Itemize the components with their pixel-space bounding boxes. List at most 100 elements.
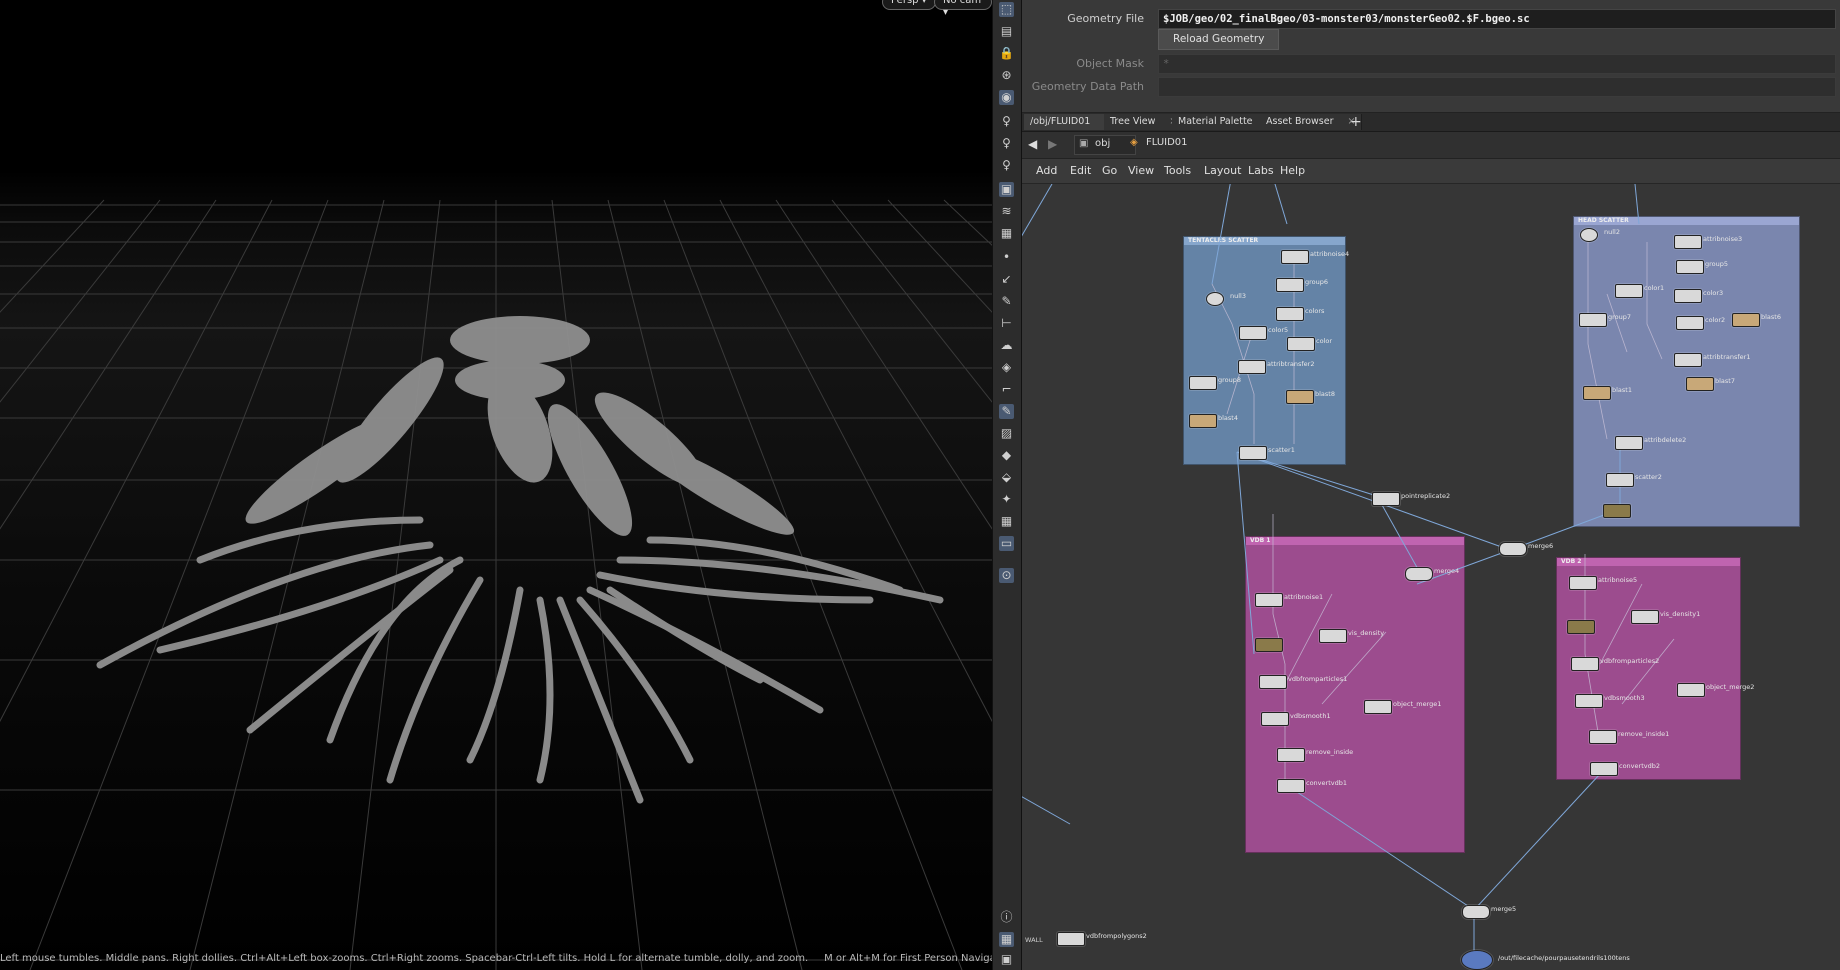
layers-icon[interactable]: ≋ xyxy=(999,204,1014,219)
object-mask-field[interactable]: * xyxy=(1158,54,1836,74)
node-tile xyxy=(1372,492,1400,506)
screen-icon[interactable]: ▭ xyxy=(999,536,1014,551)
light-icon[interactable]: ♀ xyxy=(999,114,1014,129)
layout-icon[interactable]: ▦ xyxy=(999,932,1014,947)
handle-icon[interactable]: ⊢ xyxy=(999,316,1014,331)
forward-arrow-icon[interactable]: ▶ xyxy=(1048,137,1057,151)
camera-icon[interactable]: ◉ xyxy=(999,90,1014,105)
node-label: group6 xyxy=(1305,278,1329,286)
node-label: vdbfromparticles1 xyxy=(1288,675,1348,683)
menu-tools[interactable]: Tools xyxy=(1164,164,1191,177)
node-label: attribnoise5 xyxy=(1598,576,1638,584)
menu-add[interactable]: Add xyxy=(1036,164,1057,177)
snap-icon[interactable]: ⊛ xyxy=(999,68,1014,83)
geometry-data-path-field[interactable] xyxy=(1158,77,1836,97)
scene-viewport[interactable]: Persp ▾ No cam ▾ Left mouse tumbles. Mid… xyxy=(0,0,992,970)
node-label: group5 xyxy=(1705,260,1729,268)
node-tile xyxy=(1615,436,1643,450)
node-tile xyxy=(1189,414,1217,428)
node-label: color xyxy=(1316,337,1333,345)
node-label: blast8 xyxy=(1315,390,1335,398)
network-editor[interactable]: TENTACLES SCATTER HEAD SCATTER VDB 1 VDB… xyxy=(1022,184,1840,970)
node-tile xyxy=(1287,337,1315,351)
info-icon[interactable]: ⓘ xyxy=(999,910,1014,925)
path-obj-label: obj xyxy=(1095,138,1111,149)
node-label: colors xyxy=(1305,307,1325,315)
node-tile xyxy=(1567,620,1595,634)
tab-label: Material Palette xyxy=(1178,116,1253,127)
path-bar: ◀ ▶ ▣ obj ◈ FLUID01 xyxy=(1022,132,1840,159)
node-tile xyxy=(1571,657,1599,671)
node-label: pointreplicate2 xyxy=(1401,492,1451,500)
wireframe-icon[interactable]: ⬙ xyxy=(999,470,1014,485)
node-tile xyxy=(1319,629,1347,643)
point-light-icon[interactable]: ♀ xyxy=(999,136,1014,151)
render-icon[interactable]: ▦ xyxy=(999,226,1014,241)
node-label: attribnoise1 xyxy=(1284,593,1324,601)
node-label: blast7 xyxy=(1715,377,1735,385)
pane-tabs: /obj/FLUID01× Tree View× Material Palett… xyxy=(1022,113,1840,132)
node-tile xyxy=(1590,762,1618,776)
node-tile xyxy=(1686,377,1714,391)
node-tile xyxy=(1281,250,1309,264)
node-tile xyxy=(1255,593,1283,607)
tab-label: Asset Browser xyxy=(1266,116,1334,127)
menu-view[interactable]: View xyxy=(1128,164,1154,177)
geometry-file-field[interactable]: $JOB/geo/02_finalBgeo/03-monster03/monst… xyxy=(1158,9,1836,29)
frame-icon[interactable]: ⌐ xyxy=(999,382,1014,397)
node-tile xyxy=(1499,542,1527,556)
node-tile xyxy=(1676,316,1704,330)
material-icon[interactable]: ◆ xyxy=(999,448,1014,463)
node-label: color5 xyxy=(1268,326,1289,334)
node-tile xyxy=(1277,779,1305,793)
node-label: attribtransfer2 xyxy=(1267,360,1315,368)
menu-labs[interactable]: Labs xyxy=(1248,164,1274,177)
bones-icon[interactable]: ✦ xyxy=(999,492,1014,507)
node-tile xyxy=(1057,932,1085,946)
grid-icon[interactable]: ▦ xyxy=(999,514,1014,529)
node-label: convertvdb2 xyxy=(1619,762,1660,770)
pin-icon[interactable]: ⊙ xyxy=(999,568,1014,583)
path-node-button[interactable]: ◈ FLUID01 xyxy=(1126,135,1246,153)
background-icon[interactable]: ▨ xyxy=(999,426,1014,441)
node-tile xyxy=(1674,353,1702,367)
normals-icon[interactable]: ↙ xyxy=(999,272,1014,287)
node-label: convertvdb1 xyxy=(1306,779,1347,787)
node-tile xyxy=(1569,576,1597,590)
tab-label: /obj/FLUID01 xyxy=(1030,116,1091,127)
reload-geometry-button[interactable]: Reload Geometry xyxy=(1158,29,1280,50)
display-options-icon[interactable]: ▣ xyxy=(999,182,1014,197)
back-arrow-icon[interactable]: ◀ xyxy=(1028,137,1037,151)
geometry-data-path-label: Geometry Data Path xyxy=(1031,80,1144,93)
node-tile xyxy=(1239,326,1267,340)
spot-light-icon[interactable]: ♀ xyxy=(999,158,1014,173)
node-tile xyxy=(1631,610,1659,624)
menu-help[interactable]: Help xyxy=(1280,164,1305,177)
shading-icon[interactable]: ◈ xyxy=(999,360,1014,375)
node-tile xyxy=(1461,950,1493,970)
brush-icon[interactable]: ✎ xyxy=(999,294,1014,309)
points-icon[interactable]: • xyxy=(999,250,1014,265)
select-tool-icon[interactable]: ⬚ xyxy=(999,2,1014,17)
node-tile xyxy=(1364,700,1392,714)
persp-menu-button[interactable]: Persp ▾ xyxy=(882,0,936,10)
menu-edit[interactable]: Edit xyxy=(1070,164,1091,177)
view-tool-icon[interactable]: ▤ xyxy=(999,24,1014,39)
camera-menu-button[interactable]: No cam ▾ xyxy=(934,0,992,18)
add-tab-button[interactable]: + xyxy=(1344,114,1368,130)
node-tile xyxy=(1603,504,1631,518)
node-tile xyxy=(1579,313,1607,327)
edit-icon[interactable]: ✎ xyxy=(999,404,1014,419)
lights-toggle-icon[interactable]: ☁ xyxy=(999,338,1014,353)
node-tile xyxy=(1575,694,1603,708)
tab-label: Tree View xyxy=(1110,116,1156,127)
node-label: group8 xyxy=(1218,376,1242,384)
screenshot-icon[interactable]: ▣ xyxy=(999,952,1014,967)
node-label: scatter2 xyxy=(1635,473,1662,481)
menu-layout[interactable]: Layout xyxy=(1204,164,1241,177)
node-tile xyxy=(1674,235,1702,249)
node-label: merge5 xyxy=(1491,905,1517,913)
menu-go[interactable]: Go xyxy=(1102,164,1117,177)
lock-icon[interactable]: 🔒 xyxy=(999,46,1014,61)
node-label: null2 xyxy=(1604,228,1620,236)
